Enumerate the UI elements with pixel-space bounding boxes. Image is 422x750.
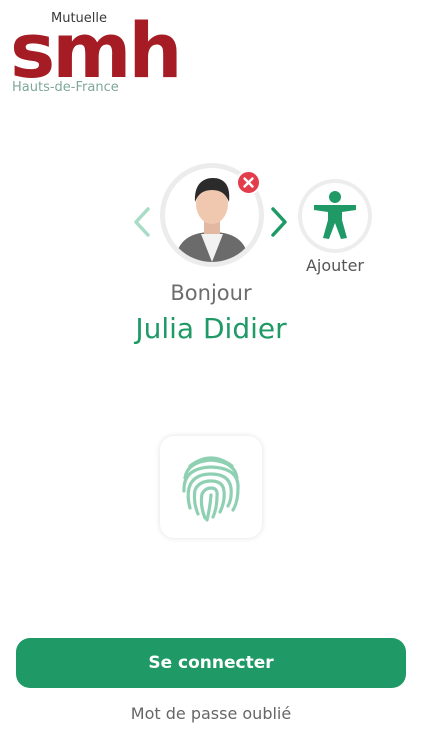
fingerprint-icon	[182, 456, 240, 522]
brand-logo-main: smh	[10, 6, 183, 95]
brand-logo-sub: Hauts-de-France	[12, 80, 119, 95]
chevron-right-icon[interactable]	[266, 205, 292, 239]
chevron-left-icon[interactable]	[129, 205, 155, 239]
accessibility-person-icon	[314, 191, 356, 239]
connect-button[interactable]: Se connecter	[16, 638, 406, 688]
add-profile-label[interactable]: Ajouter	[296, 256, 374, 275]
close-icon	[243, 177, 254, 188]
greeting-text: Bonjour	[170, 281, 252, 305]
fingerprint-button[interactable]	[160, 436, 262, 538]
remove-profile-button[interactable]	[236, 170, 261, 195]
add-profile-circle	[302, 183, 368, 249]
user-name: Julia Didier	[135, 312, 287, 345]
brand-logo: Mutuelle smh Hauts-de-France	[10, 8, 183, 103]
add-profile-button[interactable]	[298, 179, 372, 253]
forgot-password-link[interactable]: Mot de passe oublié	[0, 704, 422, 723]
